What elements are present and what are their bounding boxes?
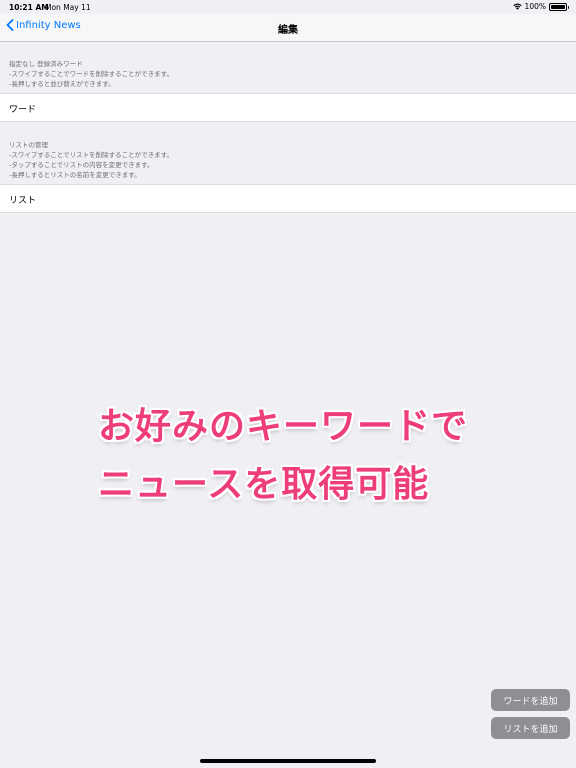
- words-header-line: -スワイプすることでワードを削除することができます。: [9, 70, 174, 78]
- navigation-bar: Infinity News 編集: [0, 14, 576, 42]
- lists-cell[interactable]: リスト: [0, 184, 576, 213]
- lists-section-header: リストの管理 -スワイプすることでリストを削除することができます。 -タップする…: [9, 140, 173, 180]
- words-header-line: 指定なし 登録済みワード: [9, 60, 83, 68]
- status-bar: 10:21 AM Mon May 11 100%: [0, 0, 576, 14]
- battery-percent: 100%: [524, 2, 546, 11]
- lists-header-line: リストの管理: [9, 141, 48, 149]
- lists-cell-label: リスト: [9, 196, 37, 206]
- promo-line-1: お好みのキーワードで: [98, 406, 469, 447]
- words-header-line: -長押しすると並び替えができます。: [9, 80, 115, 88]
- words-section-header: 指定なし 登録済みワード -スワイプすることでワードを削除することができます。 …: [9, 59, 173, 89]
- words-cell[interactable]: ワード: [0, 93, 576, 122]
- lists-header-line: -スワイプすることでリストを削除することができます。: [9, 151, 174, 159]
- lists-header-line: -長押しするとリストの名前を変更できます。: [9, 171, 141, 179]
- status-date: Mon May 11: [45, 3, 91, 12]
- page-title: 編集: [278, 25, 298, 36]
- wifi-icon: [512, 3, 522, 10]
- battery-icon: [549, 2, 569, 11]
- battery-fill: [551, 4, 565, 9]
- add-list-button[interactable]: リストを追加: [491, 717, 570, 739]
- home-indicator: [200, 759, 376, 763]
- status-right: 100%: [512, 2, 569, 11]
- promo-line-2: ニュースを取得可能: [98, 464, 430, 505]
- lists-header-line: -タップすることでリストの内容を変更できます。: [9, 161, 154, 169]
- add-word-button[interactable]: ワードを追加: [491, 689, 570, 711]
- words-cell-label: ワード: [9, 105, 37, 115]
- status-time: 10:21 AM: [9, 3, 49, 12]
